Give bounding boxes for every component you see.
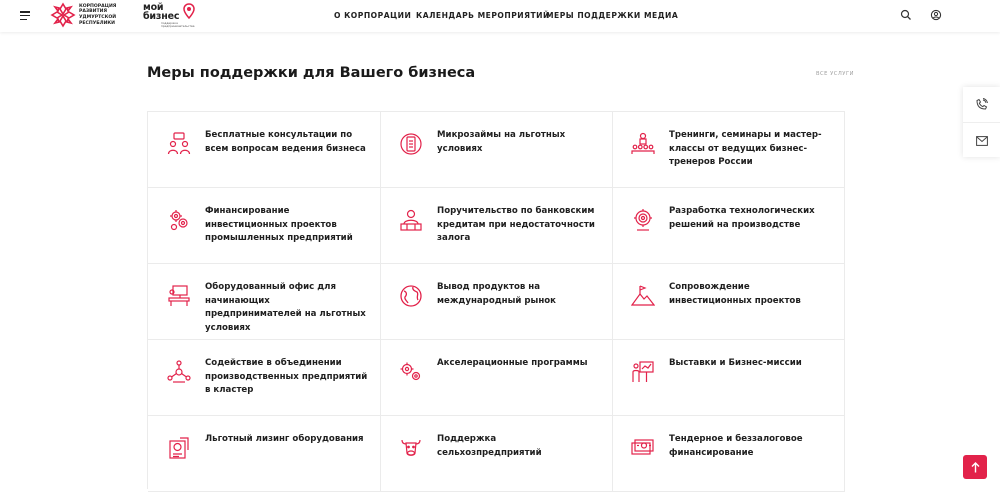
office-icon [168,285,190,306]
header: КОРПОРАЦИЯ РАЗВИТИЯ УДМУРТСКОЙ РЕСПУБЛИК… [0,0,1000,32]
nav-about[interactable]: О КОРПОРАЦИИ [334,11,411,20]
menu-icon[interactable] [20,11,30,21]
service-label: Акселерационные программы [437,358,588,368]
service-label: Поддержка сельхозпредприятий [437,434,542,458]
service-label: Бесплатные консультации по всем вопросам… [205,130,366,154]
service-card[interactable]: Тренинги, семинары и мастер-классы от ве… [612,112,845,188]
money-icon [631,439,654,455]
location-pin-icon [183,3,195,19]
service-card[interactable]: Финансирование инвестиционных проектов п… [148,188,381,264]
corp-emblem-icon [50,2,76,28]
nav-support[interactable]: МЕРЫ ПОДДЕРЖКИ [546,11,641,20]
acceleration-gears-icon [400,362,421,381]
mountain-flag-icon [631,285,655,306]
corp-logo[interactable]: КОРПОРАЦИЯ РАЗВИТИЯ УДМУРТСКОЙ РЕСПУБЛИК… [50,2,139,28]
service-card[interactable]: Выставки и Бизнес-миссии [612,340,845,416]
service-label: Поручительство по банковским кредитам пр… [437,206,595,244]
corp-logo-text: КОРПОРАЦИЯ РАЗВИТИЯ УДМУРТСКОЙ РЕСПУБЛИК… [79,3,117,26]
moi-biznes-logo-subtext: поддержка предпринимательства [161,21,195,28]
exhibition-icon [632,361,654,382]
guarantee-icon [400,209,422,231]
service-label: Оборудованный офис для начинающих предпр… [205,282,366,333]
training-icon [631,132,655,154]
all-services-link[interactable]: ВСЕ УСЛУГИ [816,71,854,77]
leasing-icon [169,437,189,459]
financing-gears-icon [170,210,188,231]
nav-calendar[interactable]: КАЛЕНДАРЬ МЕРОПРИЯТИЙ [416,11,550,20]
service-card[interactable]: Вывод продуктов на международный рынок [380,264,613,340]
service-label: Тренинги, семинары и мастер-классы от ве… [669,130,822,168]
service-card[interactable]: Микрозаймы на льготных условиях [380,112,613,188]
mail-icon [975,135,988,146]
service-card[interactable]: Поручительство по банковским кредитам пр… [380,188,613,264]
service-label: Финансирование инвестиционных проектов п… [205,206,353,244]
service-label: Выставки и Бизнес-миссии [669,358,802,368]
callback-button[interactable] [963,87,1000,122]
page-title: Меры поддержки для Вашего бизнеса [147,65,476,81]
service-label: Содействие в объединении производственны… [205,358,368,396]
cow-icon [401,439,421,456]
service-label: Сопровождение инвестиционных проектов [669,282,801,306]
service-label: Разработка технологических решений на пр… [669,206,815,230]
service-card[interactable]: Поддержка сельхозпредприятий [380,416,613,492]
service-label: Микрозаймы на льготных условиях [437,130,566,154]
contact-side-panel [963,87,1000,157]
moi-biznes-logo[interactable]: мой бизнес поддержка предпринимательства [143,3,199,29]
service-card[interactable]: Сопровождение инвестиционных проектов [612,264,845,340]
user-icon[interactable] [930,9,942,21]
service-card[interactable]: Тендерное и беззалоговое финансирование [612,416,845,492]
microloan-icon [400,133,422,155]
tech-solutions-icon [634,209,652,231]
moi-biznes-logo-text: мой бизнес [143,2,180,22]
globe-icon [400,285,422,307]
nav-media[interactable]: МЕДИА [644,11,678,20]
service-card[interactable]: Акселерационные программы [380,340,613,416]
scroll-to-top-button[interactable] [963,455,987,479]
search-icon[interactable] [900,9,912,21]
service-card[interactable]: Бесплатные консультации по всем вопросам… [148,112,381,188]
consultation-icon [167,132,191,155]
arrow-up-icon [971,461,979,472]
email-button[interactable] [963,122,1000,158]
service-label: Тендерное и беззалоговое финансирование [669,434,803,458]
service-card[interactable]: Разработка технологических решений на пр… [612,188,845,264]
service-label: Льготный лизинг оборудования [205,434,364,444]
service-card[interactable]: Оборудованный офис для начинающих предпр… [148,264,381,340]
service-card[interactable]: Льготный лизинг оборудования [148,416,381,492]
services-grid: Бесплатные консультации по всем вопросам… [147,111,845,492]
cluster-icon [167,360,191,383]
service-label: Вывод продуктов на международный рынок [437,282,556,306]
service-card[interactable]: Содействие в объединении производственны… [148,340,381,416]
phone-icon [976,98,988,110]
